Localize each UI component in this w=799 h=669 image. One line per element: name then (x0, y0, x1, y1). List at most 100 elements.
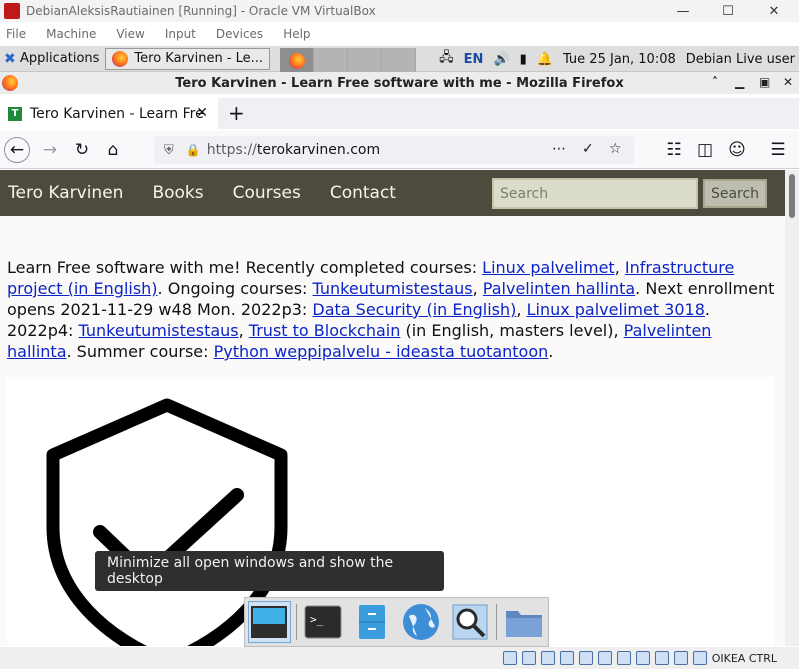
site-search-input[interactable]: Search (492, 178, 698, 209)
maximize-icon[interactable]: ▣ (759, 75, 770, 89)
show-desktop-tooltip: Minimize all open windows and show the d… (95, 551, 444, 591)
vbox-window-title: DebianAleksisRautiainen [Running] - Orac… (26, 4, 376, 18)
reload-button[interactable]: ↻ (69, 137, 95, 163)
close-icon[interactable]: ✕ (783, 75, 793, 89)
nav-home-link[interactable]: Tero Karvinen (8, 183, 123, 203)
shade-window-icon[interactable]: ˄ (712, 75, 718, 89)
network-adapter-icon[interactable] (559, 651, 574, 665)
menu-help[interactable]: Help (283, 27, 310, 41)
intro-text: , (472, 279, 483, 298)
reload-icon: ↻ (74, 140, 90, 160)
url-protocol: https:// (206, 142, 257, 158)
notification-bell-icon[interactable]: 🔔 (537, 52, 553, 67)
lock-icon[interactable]: 🔒 (186, 143, 201, 157)
menu-file[interactable]: File (6, 27, 26, 41)
audio-icon[interactable] (540, 651, 555, 665)
forward-button[interactable]: → (37, 137, 63, 163)
scrollbar-thumb[interactable] (789, 174, 795, 218)
show-desktop-icon (251, 606, 288, 638)
site-search-button[interactable]: Search (703, 179, 767, 208)
link-tunkeutumistestaus[interactable]: Tunkeutumistestaus (313, 279, 473, 298)
pocket-icon[interactable]: ✓ (582, 141, 594, 157)
minimize-window-button[interactable]: — (663, 0, 703, 22)
intro-text: (in English, masters level), (400, 321, 624, 340)
link-tunkeutumistestaus-2022p4[interactable]: Tunkeutumistestaus (79, 321, 239, 340)
menu-devices[interactable]: Devices (216, 27, 263, 41)
site-navbar: Tero Karvinen Books Courses Contact Sear… (0, 170, 785, 216)
keyboard-capture-icon[interactable] (692, 651, 707, 665)
link-linux-palvelimet[interactable]: Linux palvelimet (482, 258, 615, 277)
library-button[interactable]: ☷ (661, 137, 687, 163)
intro-text: , (238, 321, 249, 340)
system-tray: 🖧 EN 🔊 ▮ 🔔 Tue 25 Jan, 10:08 Debian Live… (439, 46, 799, 72)
svg-text:>_: >_ (310, 613, 324, 626)
battery-icon[interactable]: ▮ (520, 52, 527, 67)
files-folder-launcher[interactable] (502, 601, 545, 643)
nav-contact-link[interactable]: Contact (330, 183, 396, 203)
search-magnifier-icon (452, 604, 488, 640)
link-trust-to-blockchain[interactable]: Trust to Blockchain (249, 321, 401, 340)
nav-books-link[interactable]: Books (152, 183, 203, 203)
back-button[interactable]: ← (4, 137, 30, 163)
show-desktop-button[interactable] (248, 601, 291, 643)
vbox-status-bar: OIKEA CTRL (0, 647, 799, 669)
taskbar-firefox-window[interactable]: Tero Karvinen - Le... (105, 47, 271, 70)
keyboard-layout-indicator[interactable]: EN (464, 52, 484, 67)
link-linux-palvelimet-3018[interactable]: Linux palvelimet 3018 (527, 300, 705, 319)
app-finder-launcher[interactable] (448, 601, 491, 643)
terminal-icon: >_ (304, 605, 342, 639)
applications-menu-button[interactable]: ✖ Applications (0, 46, 99, 72)
menu-view[interactable]: View (116, 27, 144, 41)
link-palvelinten-hallinta[interactable]: Palvelinten hallinta (483, 279, 635, 298)
minimize-icon: — (676, 3, 690, 19)
close-tab-icon[interactable]: ✕ (196, 105, 208, 121)
close-window-button[interactable]: ✕ (754, 0, 794, 22)
new-tab-button[interactable]: + (228, 101, 245, 125)
xfce-dock: >_ (244, 597, 549, 647)
web-browser-launcher[interactable] (400, 601, 443, 643)
usb-icon[interactable] (578, 651, 593, 665)
minimize-icon[interactable]: ▁ (735, 75, 744, 89)
tab-terokarvinen[interactable]: T Tero Karvinen - Learn Fre ✕ (0, 98, 218, 129)
sidebar-button[interactable]: ◫ (692, 137, 718, 163)
workspace-1[interactable] (280, 47, 315, 74)
optical-drive-icon[interactable] (521, 651, 536, 665)
shared-folders-icon[interactable] (597, 651, 612, 665)
virtualbox-logo-icon (4, 3, 20, 19)
page-scrollbar[interactable] (785, 170, 799, 646)
account-button[interactable]: ☺ (724, 137, 750, 163)
menu-machine[interactable]: Machine (46, 27, 96, 41)
link-data-security[interactable]: Data Security (in English) (312, 300, 516, 319)
display-icon[interactable] (616, 651, 631, 665)
volume-icon[interactable]: 🔊 (493, 52, 509, 67)
user-menu[interactable]: Debian Live user (686, 52, 795, 67)
arrow-right-icon: → (42, 140, 58, 160)
nav-courses-link[interactable]: Courses (233, 183, 301, 203)
workspace-3[interactable] (348, 47, 383, 74)
tab-title: Tero Karvinen - Learn Fre (30, 105, 204, 122)
mouse-integration-icon[interactable] (673, 651, 688, 665)
intro-paragraph: Learn Free software with me! Recently co… (7, 257, 777, 362)
virtualization-icon[interactable] (654, 651, 669, 665)
tracking-protection-shield-icon[interactable]: ⛨ (164, 143, 174, 158)
file-cabinet-icon (359, 605, 386, 639)
site-favicon-icon: T (8, 106, 22, 121)
home-button[interactable]: ⌂ (100, 137, 126, 163)
maximize-window-button[interactable]: ☐ (708, 0, 748, 22)
app-menu-button[interactable]: ☰ (765, 137, 791, 163)
hard-disk-icon[interactable] (502, 651, 517, 665)
bookmark-star-icon[interactable]: ☆ (609, 141, 622, 157)
workspace-2[interactable] (314, 47, 349, 74)
link-python-weppipalvelu[interactable]: Python weppipalvelu - ideasta tuotantoon (214, 342, 549, 361)
maximize-icon: ☐ (722, 3, 734, 19)
page-actions-icon[interactable]: ⋯ (552, 141, 566, 157)
workspace-4[interactable] (382, 47, 417, 74)
file-manager-launcher[interactable] (351, 601, 394, 643)
terminal-launcher[interactable]: >_ (302, 601, 345, 643)
video-capture-icon[interactable] (635, 651, 650, 665)
network-icon[interactable]: 🖧 (439, 48, 454, 70)
clock[interactable]: Tue 25 Jan, 10:08 (563, 52, 676, 67)
menu-input[interactable]: Input (165, 27, 196, 41)
intro-text: . Ongoing courses: (157, 279, 313, 298)
url-bar[interactable]: ⛨ 🔒 https://terokarvinen.com ⋯ ✓ ☆ (154, 136, 634, 164)
